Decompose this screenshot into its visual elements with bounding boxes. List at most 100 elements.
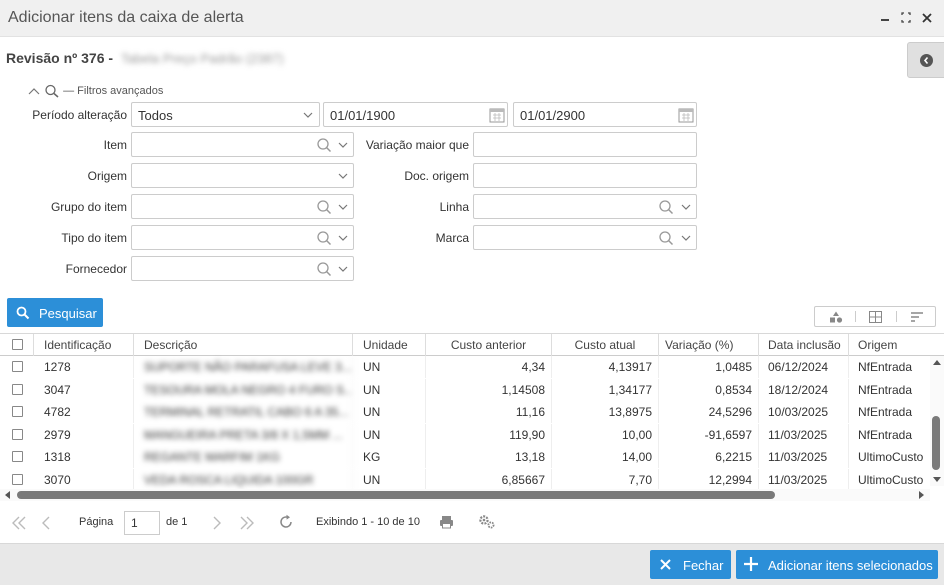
table-row[interactable]: 3070 VEDA ROSCA LIQUIDA 100GR UN 6,85667 7,7… [0,468,930,492]
variacao-input[interactable] [473,132,697,157]
col-unidade[interactable]: Unidade [353,334,426,356]
periodo-from-date[interactable]: 01/01/1900 [323,102,508,127]
next-page-icon[interactable] [211,515,223,531]
calendar-icon[interactable] [678,106,694,124]
linha-label: Linha [439,200,469,214]
print-icon[interactable] [439,515,454,529]
advanced-filters-toggle[interactable]: — Filtros avançados [27,84,163,98]
close-button[interactable]: Fechar [650,550,731,579]
col-descricao[interactable]: Descrição [134,334,353,356]
first-page-icon[interactable] [10,515,28,531]
chevron-up-icon [28,88,40,95]
grupo-lookup[interactable] [131,194,354,219]
search-icon[interactable] [658,198,674,216]
previous-page-icon[interactable] [40,515,52,531]
sort-button[interactable] [897,307,937,326]
row-checkbox[interactable] [12,383,23,395]
grid-header: Identificação Descrição Unidade Custo an… [0,334,944,356]
maximize-icon[interactable] [900,11,912,25]
tipo-lookup[interactable] [131,225,354,250]
item-lookup[interactable] [131,132,354,157]
scroll-left-icon[interactable] [3,491,11,499]
scroll-up-icon[interactable] [932,358,942,366]
last-page-icon[interactable] [238,515,256,531]
cell-un: UN [353,401,426,423]
cell-origem: NfEntrada [858,405,913,419]
cell-desc: TERMINAL RETRATIL CABO 6 A 35... [134,401,353,423]
items-grid: Identificação Descrição Unidade Custo an… [0,333,944,503]
chevron-down-icon[interactable] [680,229,692,247]
columns-button[interactable] [856,307,896,326]
cell-id[interactable]: 2979 [34,423,134,446]
refresh-icon[interactable] [278,514,294,530]
cell-id[interactable]: 1278 [34,356,134,378]
table-row[interactable]: 1278 SUPORTE NÃO PARAFUSA LEVE 3... UN 4,34… [0,356,930,379]
search-button[interactable]: Pesquisar [7,298,103,327]
fornecedor-lookup[interactable] [131,256,354,281]
doc-origem-input[interactable] [473,163,697,188]
search-icon[interactable] [316,229,332,247]
select-all-checkbox[interactable] [12,339,23,350]
search-icon[interactable] [658,229,674,247]
settings-gears-icon[interactable] [478,514,496,529]
add-selected-items-button[interactable]: Adicionar itens selecionados [736,550,938,579]
cell-id[interactable]: 4782 [34,401,134,423]
col-origem[interactable]: Origem [849,334,930,356]
table-row[interactable]: 3047 TESOURA MOLA NEGRO 4 FURO S... UN 1,14… [0,378,930,402]
cell-id[interactable]: 1318 [34,446,134,468]
table-row[interactable]: 2979 MANGUEIRA PRETA 3/8 X 1,5MM ... UN 119… [0,423,930,447]
revision-heading: Revisão nº 376 - Tabela Preço Padrão (23… [6,50,284,66]
chevron-down-icon[interactable] [337,260,349,278]
cell-un: UN [353,468,426,491]
cell-id[interactable]: 3047 [34,378,134,401]
minimize-icon[interactable] [879,11,891,25]
col-custo-atual[interactable]: Custo atual [552,334,659,356]
search-icon[interactable] [316,260,332,278]
col-data-inclusao[interactable]: Data inclusão [759,334,849,356]
page-number-input[interactable] [124,511,160,535]
col-variacao[interactable]: Variação (%) [659,334,759,356]
select-all-cell [0,334,34,356]
cell-data: 18/12/2024 [759,378,849,401]
linha-lookup[interactable] [473,194,697,219]
row-checkbox[interactable] [12,406,23,417]
chevron-down-icon[interactable] [337,198,349,216]
periodo-select[interactable]: Todos [131,102,320,127]
col-custo-anterior[interactable]: Custo anterior [426,334,552,356]
cell-id[interactable]: 3070 [34,468,134,491]
chevron-down-icon[interactable] [680,198,692,216]
cell-var: 0,8534 [659,378,759,401]
table-row[interactable]: 4782 TERMINAL RETRATIL CABO 6 A 35... UN 11… [0,401,930,424]
close-icon[interactable] [921,11,933,25]
grid-icon [869,311,882,323]
calendar-icon[interactable] [489,106,505,124]
cell-atual: 7,70 [552,468,659,491]
marca-lookup[interactable] [473,225,697,250]
cell-atual: 4,13917 [552,356,659,378]
sort-lines-icon [911,312,923,322]
page-of-label: de 1 [166,516,188,528]
grid-horizontal-scroll-thumb[interactable] [17,491,775,499]
row-checkbox[interactable] [12,361,23,372]
chevron-down-icon [303,112,313,118]
group-button[interactable] [815,307,855,326]
cell-un: KG [353,446,426,468]
search-icon[interactable] [316,136,332,154]
periodo-to-date[interactable]: 01/01/2900 [513,102,697,127]
row-checkbox[interactable] [12,473,23,485]
chevron-down-icon[interactable] [337,229,349,247]
scroll-down-icon[interactable] [932,476,942,484]
search-icon[interactable] [316,198,332,216]
side-panel-toggle-button[interactable] [907,42,944,78]
cell-origem: NfEntrada [858,382,913,397]
close-icon [660,559,671,570]
chevron-down-icon[interactable] [337,136,349,154]
table-row[interactable]: 1318 REGANTE MARFIM 1KG KG 13,18 14,00 6,2215… [0,446,930,469]
row-checkbox[interactable] [12,451,23,462]
origem-select[interactable] [131,163,354,188]
row-checkbox[interactable] [12,428,23,440]
grid-vertical-scroll-thumb[interactable] [932,416,940,470]
window-titlebar: Adicionar itens da caixa de alerta [0,0,944,37]
scroll-right-icon[interactable] [918,491,926,499]
col-identificacao[interactable]: Identificação [34,334,134,356]
